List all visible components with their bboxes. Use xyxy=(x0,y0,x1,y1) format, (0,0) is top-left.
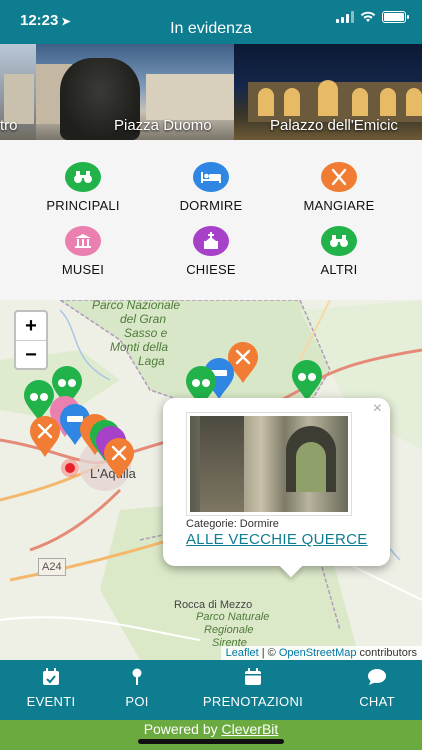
museum-icon xyxy=(65,226,101,256)
zoom-control: + − xyxy=(14,310,48,370)
bed-icon xyxy=(193,162,229,192)
chat-bubble-icon xyxy=(348,668,406,686)
church-icon xyxy=(193,226,229,256)
category-principali[interactable]: PRINCIPALI xyxy=(18,162,148,213)
binoculars-icon xyxy=(321,226,357,256)
category-label: PRINCIPALI xyxy=(46,198,120,213)
map-label: A24 xyxy=(38,558,66,576)
tab-chat[interactable]: CHAT xyxy=(348,668,406,709)
category-grid: PRINCIPALI DORMIRE MANGIARE MUSEI CHIESE… xyxy=(0,140,422,300)
map-marker-mangiare[interactable] xyxy=(28,416,62,458)
zoom-out-button[interactable]: − xyxy=(16,340,46,368)
current-location-marker xyxy=(61,459,79,477)
category-altri[interactable]: ALTRI xyxy=(274,226,404,277)
map-attribution: Leaflet | © OpenStreetMap contributors xyxy=(220,646,422,660)
powered-by-footer: Powered by CleverBit xyxy=(0,720,422,750)
popup-close-button[interactable]: × xyxy=(373,400,382,418)
category-mangiare[interactable]: MANGIARE xyxy=(274,162,404,213)
carousel-slide[interactable]: tro xyxy=(0,44,36,140)
leaflet-link[interactable]: Leaflet xyxy=(226,647,259,659)
category-label: ALTRI xyxy=(320,262,358,277)
calendar-icon xyxy=(190,668,316,686)
category-label: MANGIARE xyxy=(303,198,375,213)
carousel-slide-label: Piazza Duomo xyxy=(114,117,212,134)
map-popup: × Categorie: Dormire ALLE VECCHIE QUERCE xyxy=(163,398,390,566)
tab-label: EVENTI xyxy=(26,694,76,709)
binoculars-icon xyxy=(65,162,101,192)
attribution-contributors: contributors xyxy=(356,647,417,659)
powered-by-text: Powered by xyxy=(143,721,222,737)
tab-label: PRENOTAZIONI xyxy=(202,694,304,709)
category-dormire[interactable]: DORMIRE xyxy=(146,162,276,213)
category-musei[interactable]: MUSEI xyxy=(18,226,148,277)
app-header: 12:23 ➤ In evidenza xyxy=(0,0,422,44)
carousel-slide[interactable]: Palazzo dell'Emicic xyxy=(234,44,422,140)
popup-title-link[interactable]: ALLE VECCHIE QUERCE xyxy=(186,531,368,548)
calendar-check-icon xyxy=(18,668,84,686)
tab-eventi[interactable]: EVENTI xyxy=(18,668,84,709)
tab-label: CHAT xyxy=(359,694,395,709)
attribution-separator: | © xyxy=(258,647,279,659)
cleverbit-link[interactable]: CleverBit xyxy=(222,721,279,737)
carousel-slide-label: Palazzo dell'Emicic xyxy=(270,117,398,134)
carousel-slide-label: tro xyxy=(0,117,18,134)
map-label: Laga xyxy=(138,354,165,368)
bottom-tab-bar: EVENTI POI PRENOTAZIONI CHAT xyxy=(0,660,422,720)
category-chiese[interactable]: CHIESE xyxy=(146,226,276,277)
page-title: In evidenza xyxy=(170,20,252,37)
popup-category: Categorie: Dormire xyxy=(186,518,279,530)
map-marker-mangiare[interactable] xyxy=(102,438,136,480)
category-label: DORMIRE xyxy=(179,198,243,213)
slide-image xyxy=(146,74,234,120)
popup-photo[interactable] xyxy=(186,412,352,516)
map-pin-icon xyxy=(114,668,160,686)
category-label: CHIESE xyxy=(186,262,236,277)
osm-link[interactable]: OpenStreetMap xyxy=(279,647,357,659)
tab-prenotazioni[interactable]: PRENOTAZIONI xyxy=(190,668,316,709)
carousel-slide[interactable]: Piazza Duomo xyxy=(36,44,234,140)
map-marker-principali[interactable] xyxy=(290,360,324,402)
category-label: MUSEI xyxy=(61,262,105,277)
tab-poi[interactable]: POI xyxy=(114,668,160,709)
featured-carousel[interactable]: tro Piazza Duomo Palazzo dell'Emicic xyxy=(0,44,422,140)
zoom-in-button[interactable]: + xyxy=(16,312,46,340)
fork-knife-icon xyxy=(321,162,357,192)
tab-label: POI xyxy=(125,694,149,709)
home-indicator[interactable] xyxy=(138,739,284,744)
